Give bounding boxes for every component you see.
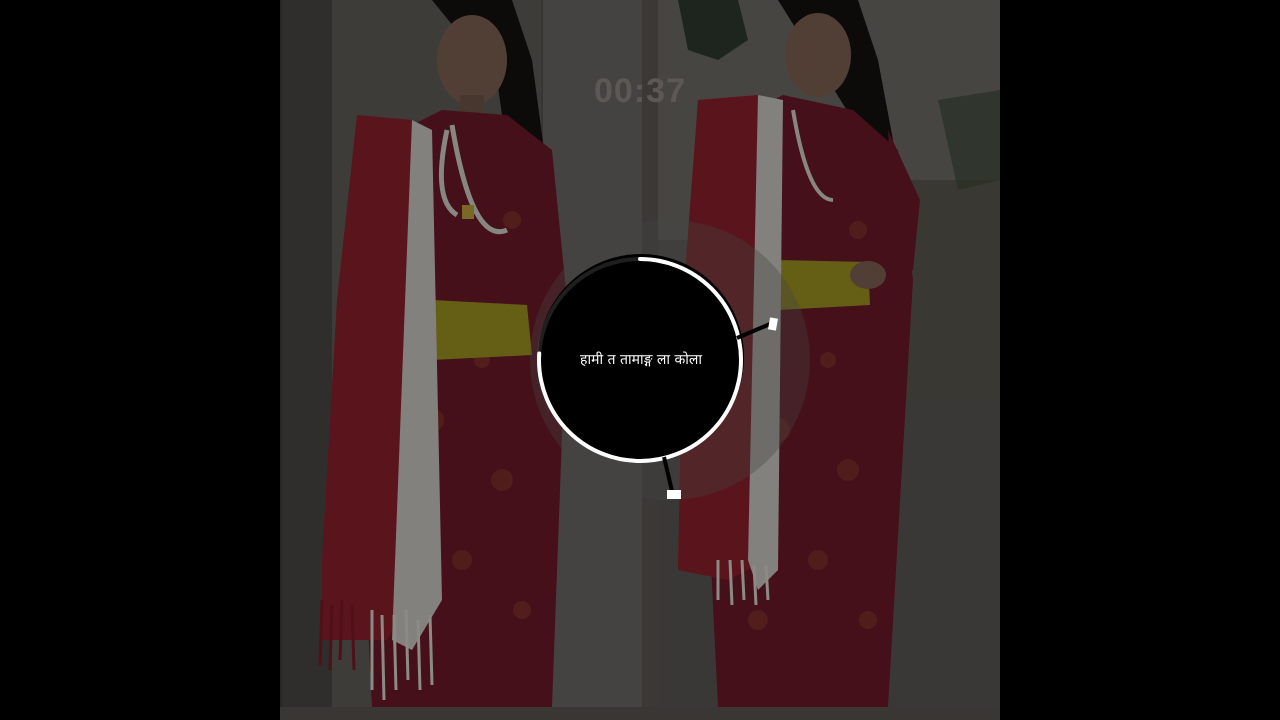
elapsed-timer: 00:37	[594, 72, 686, 110]
song-caption: हामी त तामाङ्ग ला कोला	[580, 352, 702, 368]
bottom-strip	[280, 707, 1000, 720]
tonearm-marker-icon	[662, 456, 681, 499]
tonearm-marker-icon	[736, 317, 778, 340]
letterbox-right	[1000, 0, 1280, 720]
video-player[interactable]: 00:37 हामी त तामाङ्ग ला कोला	[0, 0, 1280, 720]
video-frame[interactable]: 00:37 हामी त तामाङ्ग ला कोला	[280, 0, 1000, 720]
letterbox-left	[0, 0, 280, 720]
